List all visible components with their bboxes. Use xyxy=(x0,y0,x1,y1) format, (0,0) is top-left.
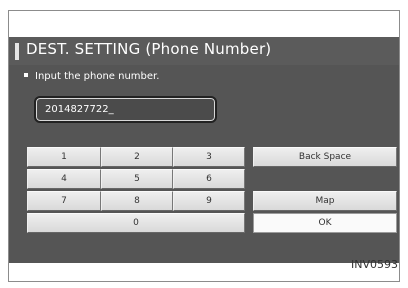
key-1[interactable]: 1 xyxy=(27,147,101,167)
phone-number-input[interactable]: 2014827722_ xyxy=(34,96,217,123)
key-0[interactable]: 0 xyxy=(27,213,245,233)
key-6[interactable]: 6 xyxy=(173,169,245,189)
key-4[interactable]: 4 xyxy=(27,169,101,189)
map-button[interactable]: Map xyxy=(253,191,397,211)
key-7[interactable]: 7 xyxy=(27,191,101,211)
ok-button[interactable]: OK xyxy=(253,213,397,233)
screen-title: DEST. SETTING (Phone Number) xyxy=(26,40,272,58)
screen-frame: DEST. SETTING (Phone Number) Input the p… xyxy=(8,10,400,282)
instruction-label: Input the phone number. xyxy=(35,71,160,82)
image-id-label: INV0593 xyxy=(351,258,398,271)
title-bar: DEST. SETTING (Phone Number) xyxy=(9,37,399,65)
title-accent xyxy=(15,43,19,60)
key-8[interactable]: 8 xyxy=(101,191,173,211)
screen-background: DEST. SETTING (Phone Number) Input the p… xyxy=(9,37,399,263)
key-5[interactable]: 5 xyxy=(101,169,173,189)
bullet-icon xyxy=(24,73,28,77)
instruction-text: Input the phone number. xyxy=(24,71,159,82)
back-space-button[interactable]: Back Space xyxy=(253,147,397,167)
key-9[interactable]: 9 xyxy=(173,191,245,211)
phone-number-value: 2014827722_ xyxy=(45,104,114,115)
key-3[interactable]: 3 xyxy=(173,147,245,167)
key-2[interactable]: 2 xyxy=(101,147,173,167)
